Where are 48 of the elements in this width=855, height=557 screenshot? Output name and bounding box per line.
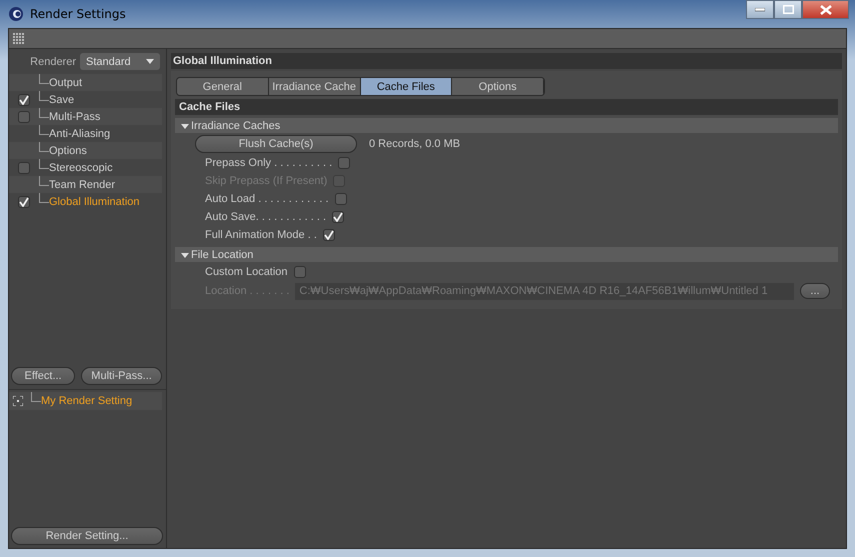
- sidebar-item[interactable]: Options: [49, 144, 87, 156]
- disclosure-triangle-icon: [181, 122, 189, 128]
- option-label: Full Animation Mode . .: [205, 229, 317, 241]
- minimize-button[interactable]: [746, 0, 774, 19]
- render-setting-button[interactable]: Render Setting...: [11, 527, 163, 545]
- panel-title: Global Illumination: [171, 53, 842, 69]
- checkbox[interactable]: [322, 229, 335, 241]
- tab[interactable]: Options: [452, 78, 544, 95]
- tab[interactable]: Cache Files: [360, 78, 452, 95]
- disclosure-triangle-icon: [181, 252, 189, 258]
- minimize-icon: [755, 8, 765, 12]
- tab[interactable]: Irradiance Cache: [268, 78, 360, 95]
- group-header[interactable]: File Location: [175, 247, 838, 262]
- group-header[interactable]: Irradiance Caches: [175, 118, 838, 133]
- sidebar-item[interactable]: Stereoscopic: [49, 162, 113, 174]
- checkbox[interactable]: [18, 110, 30, 122]
- records-info: 0 Records, 0.0 MB: [369, 138, 460, 150]
- maximize-icon: [782, 5, 794, 14]
- close-button[interactable]: [802, 0, 849, 19]
- tab[interactable]: General: [177, 78, 269, 95]
- checkbox[interactable]: [294, 266, 306, 278]
- sidebar-button[interactable]: Effect...: [11, 367, 76, 385]
- checkbox[interactable]: [338, 157, 350, 169]
- flush-cache-button[interactable]: Flush Cache(s): [195, 135, 357, 153]
- focus-icon: [13, 396, 23, 406]
- sidebar-item[interactable]: Global Illumination: [49, 196, 140, 208]
- checkbox[interactable]: [18, 94, 30, 106]
- renderer-label: Renderer: [30, 56, 76, 68]
- renderer-dropdown[interactable]: Standard: [80, 53, 160, 70]
- checkbox[interactable]: [334, 193, 347, 205]
- checkbox[interactable]: [18, 196, 30, 208]
- sidebar-button[interactable]: Multi-Pass...: [81, 367, 162, 385]
- checkbox[interactable]: [332, 211, 344, 223]
- caret-icon: [146, 59, 154, 64]
- sidebar-item[interactable]: Output: [49, 76, 82, 88]
- checkbox[interactable]: [18, 162, 30, 174]
- option-label: Custom Location: [205, 266, 288, 278]
- close-icon: [820, 4, 832, 14]
- sidebar-item[interactable]: Anti-Aliasing: [49, 128, 110, 140]
- grip-icon[interactable]: [13, 32, 25, 44]
- section-title: Cache Files: [175, 99, 838, 115]
- maximize-button[interactable]: [774, 0, 802, 19]
- sidebar-item[interactable]: Save: [49, 94, 74, 106]
- app-logo-icon: [8, 6, 24, 22]
- window-title: Render Settings: [30, 7, 126, 21]
- option-label: Auto Save. . . . . . . . . . . .: [205, 211, 326, 223]
- option-label: Prepass Only . . . . . . . . . .: [205, 157, 332, 169]
- option-label: Auto Load . . . . . . . . . . . .: [205, 193, 329, 205]
